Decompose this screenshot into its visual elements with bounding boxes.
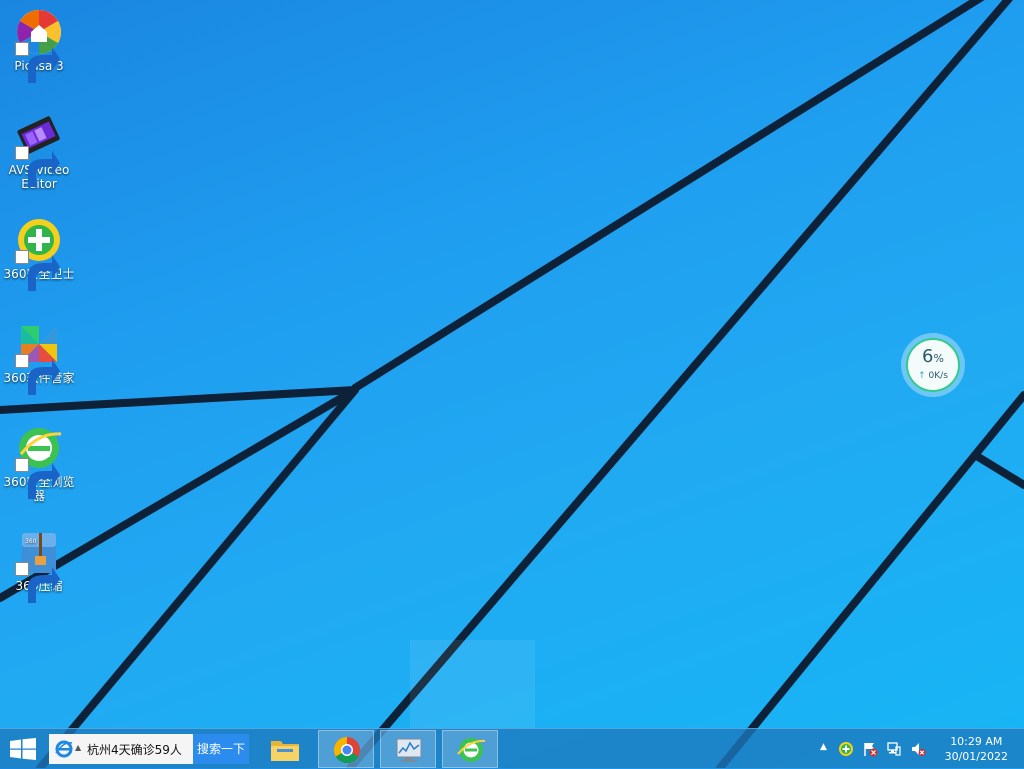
clock-date: 30/01/2022 bbox=[944, 750, 1008, 763]
show-hidden-icons-chevron[interactable]: ▲ bbox=[820, 742, 836, 758]
shortcut-arrow-icon bbox=[15, 562, 60, 603]
chrome-icon bbox=[333, 736, 360, 764]
system-tray: ▲ 10:29 AM 30/01/2022 bbox=[814, 729, 1024, 769]
volume-muted-icon[interactable] bbox=[910, 741, 926, 757]
engine-dropdown-icon[interactable]: ▲ bbox=[75, 743, 81, 752]
network-rate: ↑ 0K/s bbox=[918, 371, 948, 381]
shortcut-arrow-icon bbox=[15, 458, 60, 499]
search-input[interactable]: ▲ 杭州4天确诊59人 bbox=[49, 734, 193, 764]
desktop-icon-360-safe[interactable]: 360安全卫士 bbox=[2, 216, 76, 291]
ie-logo-icon bbox=[55, 740, 73, 758]
desktop-wallpaper bbox=[0, 0, 1024, 768]
network-speed-widget[interactable]: 6% ↑ 0K/s bbox=[901, 333, 965, 397]
clock-time: 10:29 AM bbox=[950, 735, 1003, 748]
search-button[interactable]: 搜索一下 bbox=[193, 734, 249, 764]
taskbar: ▲ 杭州4天确诊59人 搜索一下 ▲ 10:29 AM 30/01/2022 bbox=[0, 728, 1024, 768]
desktop-icon-360-software-manager[interactable]: 360软件管家 bbox=[2, 320, 76, 395]
windows-logo-icon bbox=[10, 738, 36, 760]
taskbar-360-browser[interactable] bbox=[442, 730, 498, 768]
search-query: 杭州4天确诊59人 bbox=[87, 743, 182, 757]
desktop-icon-360-browser[interactable]: 360安全浏览器 bbox=[2, 424, 76, 503]
network-icon[interactable] bbox=[886, 741, 902, 757]
360-safe-tray-icon[interactable] bbox=[838, 741, 854, 757]
shortcut-arrow-icon bbox=[15, 42, 60, 83]
taskbar-chrome[interactable] bbox=[318, 730, 374, 768]
shortcut-arrow-icon bbox=[15, 354, 60, 395]
file-explorer-icon bbox=[271, 741, 299, 761]
desktop-icon-picasa[interactable]: Picasa 3 bbox=[2, 8, 76, 83]
action-center-flag-icon[interactable] bbox=[862, 741, 878, 757]
shortcut-arrow-icon bbox=[15, 146, 60, 187]
desktop-icon-360-zip[interactable]: 360 360压缩 bbox=[2, 528, 76, 603]
taskbar-clock[interactable]: 10:29 AM 30/01/2022 bbox=[945, 734, 1008, 764]
cpu-usage-value: 6% bbox=[922, 346, 944, 367]
desktop-icon-avs-video-editor[interactable]: AVS Video Editor bbox=[2, 112, 76, 191]
start-button[interactable] bbox=[0, 729, 46, 769]
taskbar-file-explorer[interactable] bbox=[257, 730, 313, 768]
shortcut-arrow-icon bbox=[15, 250, 60, 291]
360-browser-icon bbox=[457, 738, 486, 762]
upload-arrow-icon: ↑ bbox=[918, 371, 926, 381]
svg-text:360: 360 bbox=[25, 538, 37, 545]
taskbar-system-monitor[interactable] bbox=[380, 730, 436, 768]
system-monitor-icon bbox=[396, 738, 422, 762]
